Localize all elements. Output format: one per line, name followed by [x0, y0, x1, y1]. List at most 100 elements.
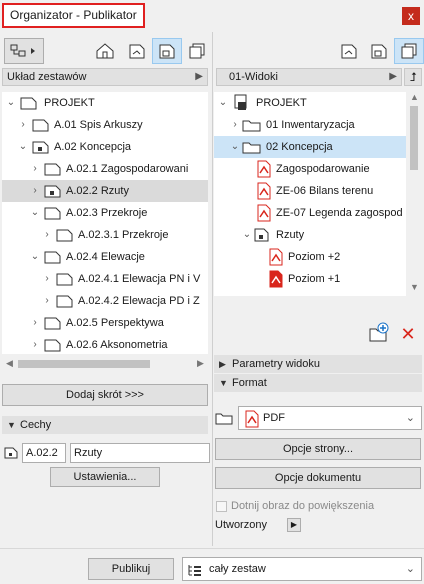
- tree-item[interactable]: › A.02.1 Zagospodarowani: [2, 158, 208, 180]
- project-map-button[interactable]: [90, 38, 120, 64]
- view-params-section-header[interactable]: ▶ Parametry widoku: [214, 355, 422, 373]
- publisher-stack-icon: [401, 43, 417, 59]
- format-section-header[interactable]: ▼ Format: [214, 374, 422, 392]
- chevron-down-icon: ⌄: [405, 412, 415, 424]
- triangle-right-icon: ▶: [219, 359, 226, 369]
- view-map-icon: [129, 44, 145, 59]
- tree-item[interactable]: ZE-07 Legenda zagospod: [214, 202, 406, 224]
- tree-item[interactable]: › A.02.5 Perspektywa: [2, 312, 208, 334]
- folder-open-icon: [242, 142, 261, 154]
- format-select[interactable]: PDF ⌄: [238, 406, 422, 430]
- document-options-button[interactable]: Opcje dokumentu: [215, 467, 421, 489]
- scrollbar-thumb[interactable]: [410, 106, 418, 170]
- tree-item-projekt[interactable]: ⌄ PROJEKT: [214, 92, 406, 114]
- tree-item[interactable]: › A.02.6 Aksonometria: [2, 334, 208, 354]
- panel-divider: [212, 32, 213, 546]
- right-tree[interactable]: ⌄ PROJEKT › 01 Inwentaryzacja ⌄ 02 Konce…: [214, 92, 406, 296]
- scrollbar-thumb[interactable]: [18, 360, 150, 368]
- publish-scope-select[interactable]: cały zestaw ⌄: [182, 557, 422, 581]
- tree-item-selected[interactable]: ⌄ 02 Koncepcja: [214, 136, 406, 158]
- layout-book-button-right[interactable]: [364, 38, 394, 64]
- created-expand-button[interactable]: ▶: [287, 518, 301, 532]
- pdf-icon: [257, 160, 271, 178]
- left-horizontal-scrollbar[interactable]: ◀ ▶: [2, 356, 208, 372]
- view-map-button[interactable]: [122, 38, 152, 64]
- right-vertical-scrollbar[interactable]: ▲ ▼: [406, 92, 422, 296]
- cechy-section-header[interactable]: ▼ Cechy: [2, 416, 208, 434]
- layout-icon: [32, 119, 49, 132]
- folder-icon: [215, 413, 233, 425]
- layout-icon: [44, 339, 61, 352]
- subset-folder-icon: [254, 228, 269, 242]
- chevron-right-icon: ›: [33, 163, 37, 174]
- settings-button[interactable]: Ustawienia...: [50, 467, 160, 487]
- left-view-combo[interactable]: Układ zestawów ▶: [2, 68, 208, 86]
- layout-icon: [44, 317, 61, 330]
- triangle-down-icon: ▼: [219, 378, 228, 388]
- crop-checkbox[interactable]: [216, 501, 227, 512]
- tree-item[interactable]: › A.02.4.1 Elewacja PN i V: [2, 268, 208, 290]
- right-view-combo[interactable]: 01-Widoki ▶: [216, 68, 402, 86]
- chevron-down-icon: ⌄: [242, 229, 252, 240]
- add-shortcut-button[interactable]: Dodaj skrót >>>: [2, 384, 208, 406]
- go-up-button[interactable]: ⮥: [404, 68, 422, 86]
- close-button[interactable]: x: [402, 7, 420, 25]
- pdf-icon: [257, 204, 271, 222]
- name-field[interactable]: Rzuty: [70, 443, 210, 463]
- tree-item[interactable]: ZE-06 Bilans terenu: [214, 180, 406, 202]
- list-tree-icon: [188, 565, 201, 576]
- tree-item[interactable]: ⌄ A.02.4 Elewacje: [2, 246, 208, 268]
- chevron-right-icon: ›: [33, 185, 37, 196]
- triangle-down-icon: ▼: [7, 420, 16, 430]
- chevron-down-icon: ⌄: [405, 563, 415, 575]
- pdf-icon: [257, 182, 271, 200]
- tree-item[interactable]: ⌄ A.02.3 Przekroje: [2, 202, 208, 224]
- chevron-down-icon: ⌄: [230, 141, 240, 152]
- tree-item[interactable]: ⌄ A.02 Koncepcja: [2, 136, 208, 158]
- new-item-button[interactable]: [368, 322, 390, 344]
- id-field[interactable]: A.02.2: [22, 443, 66, 463]
- tree-item[interactable]: › A.02.3.1 Przekroje: [2, 224, 208, 246]
- tree-item[interactable]: Poziom +2: [214, 246, 406, 268]
- scroll-right-icon: ▶: [197, 358, 204, 368]
- subset-icon: [4, 447, 18, 459]
- new-folder-plus-icon: [369, 322, 389, 342]
- delete-x-icon: ✕: [400, 324, 416, 344]
- chevron-down-icon: ⌄: [218, 97, 228, 108]
- publisher-sets-button-right[interactable]: [394, 38, 424, 64]
- scroll-up-icon: ▲: [410, 92, 419, 102]
- tree-item[interactable]: › A.01 Spis Arkuszy: [2, 114, 208, 136]
- page-options-button[interactable]: Opcje strony...: [215, 438, 421, 460]
- chevron-right-icon: ›: [233, 119, 237, 130]
- pdf-icon: [245, 410, 259, 428]
- tree-options-button[interactable]: [4, 38, 44, 64]
- layout-book-button[interactable]: [152, 38, 182, 64]
- left-tree[interactable]: ⌄ PROJEKT › A.01 Spis Arkuszy ⌄ A.02 Kon…: [2, 92, 208, 354]
- tree-item[interactable]: ⌄ Rzuty: [214, 224, 406, 246]
- crop-label: Dotnij obraz do powiększenia: [231, 500, 375, 512]
- chevron-down-icon: ⌄: [18, 141, 28, 152]
- view-map-button-right[interactable]: [334, 38, 364, 64]
- tree-item[interactable]: Zagospodarowanie: [214, 158, 406, 180]
- created-label: Utworzony: [215, 519, 267, 531]
- publish-button[interactable]: Publikuj: [88, 558, 174, 580]
- pdf-icon: [269, 270, 283, 288]
- layout-icon: [44, 207, 61, 220]
- tree-item[interactable]: › 01 Inwentaryzacja: [214, 114, 406, 136]
- delete-button[interactable]: ✕: [398, 324, 418, 344]
- tree-item[interactable]: Poziom +1: [214, 268, 406, 290]
- tree-item-selected[interactable]: › A.02.2 Rzuty: [2, 180, 208, 202]
- layout-book-icon: [159, 44, 175, 59]
- book-icon: [20, 97, 37, 110]
- house-icon: [96, 43, 114, 59]
- chevron-down-icon: ⌄: [30, 207, 40, 218]
- tree-item-projekt[interactable]: ⌄ PROJEKT: [2, 92, 208, 114]
- chevron-right-icon: ›: [33, 317, 37, 328]
- layout-icon: [44, 251, 61, 264]
- scroll-down-icon: ▼: [410, 282, 419, 292]
- publisher-sets-button[interactable]: [182, 38, 212, 64]
- tree-item[interactable]: › A.02.4.2 Elewacja PD i Z: [2, 290, 208, 312]
- right-combo-label: 01-Widoki: [229, 71, 278, 83]
- layout-icon: [56, 229, 73, 242]
- chevron-right-icon: ▶: [195, 71, 203, 82]
